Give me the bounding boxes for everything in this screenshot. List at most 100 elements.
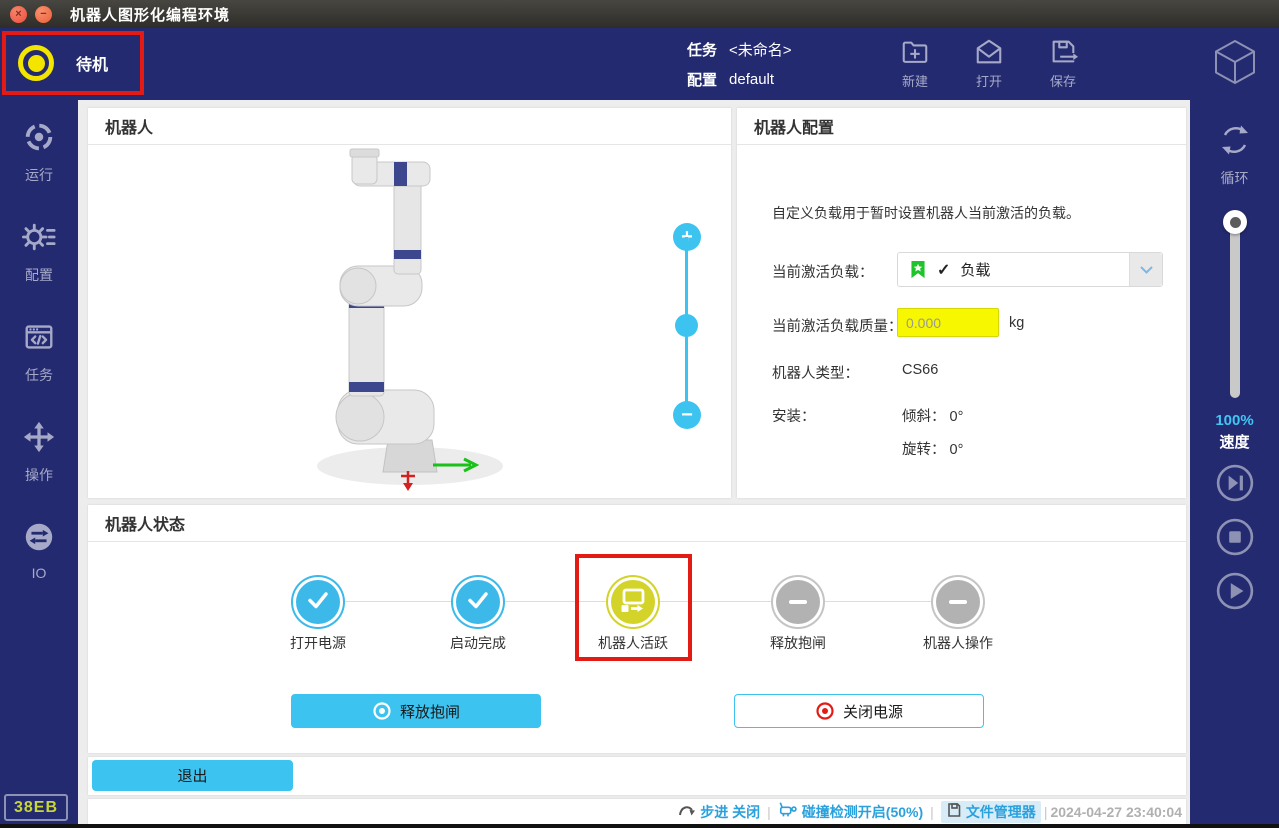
speed-slider-knob[interactable] [1223, 210, 1247, 234]
brand-logo [1190, 28, 1279, 100]
robot-3d-view[interactable] [88, 146, 731, 497]
clock-text: 2024-04-27 23:40:04 [1050, 804, 1182, 820]
dash-icon [789, 600, 807, 604]
standby-icon [18, 45, 54, 81]
new-task-button[interactable]: 新建 [878, 30, 952, 96]
statusbar-separator: | [1044, 804, 1048, 820]
window-title: 机器人图形化编程环境 [70, 4, 230, 25]
check-icon [465, 587, 491, 618]
step-startup-done-label: 启动完成 [408, 633, 548, 653]
sidebar-item-operate-label: 操作 [25, 465, 53, 485]
step-robot-active-label: 机器人活跃 [563, 633, 703, 653]
file-manager-link[interactable]: 文件管理器 [941, 801, 1041, 823]
nav-actions: 新建 打开 [878, 30, 1100, 96]
step-forward-button[interactable] [1216, 464, 1254, 502]
settings-icon [22, 220, 56, 259]
config-value: default [729, 71, 774, 88]
loop-toggle[interactable]: 循环 [1190, 122, 1279, 188]
robot-panel: 机器人 [88, 108, 731, 498]
stop-button[interactable] [1216, 518, 1254, 556]
run-icon [22, 120, 56, 159]
mount-rotation-value: 旋转： 0° [902, 438, 963, 459]
check-icon [305, 587, 331, 618]
active-load-label: 当前激活负载： [772, 261, 874, 282]
task-label: 任务 [687, 39, 717, 60]
task-config-summary: 任务 <未命名> 配置 default [687, 34, 792, 94]
status-panel-title: 机器人状态 [105, 511, 185, 535]
status-badge: 38EB [4, 794, 68, 821]
sidebar-item-run-label: 运行 [25, 165, 53, 185]
play-button[interactable] [1216, 572, 1254, 610]
top-navbar: 待机 任务 <未命名> 配置 default 新建 [0, 28, 1279, 100]
sidebar-item-task[interactable]: 任务 [0, 320, 78, 385]
bookmark-icon [909, 259, 927, 281]
robot-status-panel: 机器人状态 打开电源 启动完成 机器人活跃 [88, 505, 1186, 753]
robot-programming-app: × − 机器人图形化编程环境 待机 任务 <未命名> 配置 default [0, 0, 1279, 828]
sidebar-item-io[interactable]: IO [0, 520, 78, 581]
step-mode-icon [678, 802, 700, 821]
step-startup-done-indicator [456, 580, 500, 624]
sidebar-item-io-label: IO [32, 565, 47, 581]
cube-logo-icon [1211, 38, 1259, 91]
sidebar-item-run[interactable]: 运行 [0, 120, 78, 185]
config-label: 配置 [687, 69, 717, 90]
statusbar-separator: | [767, 804, 771, 820]
collision-detection-toggle[interactable]: 碰撞检测开启(50%) [778, 801, 923, 822]
robot-active-icon [618, 585, 648, 620]
step-mode-toggle[interactable]: 步进 关闭 [678, 802, 760, 822]
release-brake-button-label: 释放抱闸 [400, 701, 460, 722]
open-task-icon [974, 37, 1004, 67]
new-task-label: 新建 [902, 71, 928, 90]
exit-row: 退出 [88, 757, 1186, 795]
task-value: <未命名> [729, 39, 792, 60]
step-mode-text: 步进 关闭 [700, 802, 760, 822]
robot-arm-graphic [88, 146, 731, 497]
window-titlebar: × − 机器人图形化编程环境 [0, 0, 1279, 28]
robot-type-value: CS66 [902, 362, 938, 378]
power-off-button[interactable]: 关闭电源 [734, 694, 984, 728]
window-minimize-button[interactable]: − [35, 6, 52, 23]
power-off-button-label: 关闭电源 [843, 701, 903, 722]
standby-status-indicator[interactable]: 待机 [2, 31, 144, 95]
active-load-value: 负载 [960, 259, 1129, 280]
file-manager-icon [946, 802, 966, 821]
step-power-on-indicator [296, 580, 340, 624]
status-panel-header: 机器人状态 [88, 505, 1186, 542]
sidebar-item-config[interactable]: 配置 [0, 220, 78, 285]
open-task-label: 打开 [976, 71, 1002, 90]
load-mass-unit: kg [1009, 315, 1024, 331]
window-close-button[interactable]: × [10, 6, 27, 23]
sidebar-item-operate[interactable]: 操作 [0, 420, 78, 485]
speed-percent: 100% [1190, 412, 1279, 429]
bottom-statusbar: 步进 关闭 | 碰撞检测开启(50%) | [88, 799, 1186, 824]
save-task-icon [1048, 37, 1078, 67]
loop-label: 循环 [1221, 168, 1249, 188]
robot-type-label: 机器人类型： [772, 362, 859, 383]
payload-description: 自定义负载用于暂时设置机器人当前激活的负载。 [772, 203, 1164, 223]
active-load-dropdown[interactable]: ✓ 负载 [897, 252, 1163, 287]
zoom-slider-knob[interactable] [675, 314, 698, 337]
speed-slider-track[interactable] [1230, 218, 1240, 398]
mount-label: 安装： [772, 405, 816, 426]
save-task-label: 保存 [1050, 71, 1076, 90]
task-code-icon [22, 320, 56, 359]
save-task-button[interactable]: 保存 [1026, 30, 1100, 96]
robot-panel-header: 机器人 [88, 108, 731, 145]
statusbar-separator: | [930, 804, 934, 820]
load-mass-input[interactable] [897, 308, 999, 337]
release-brake-button[interactable]: 释放抱闸 [291, 694, 541, 728]
step-robot-operate-label: 机器人操作 [888, 633, 1028, 653]
zoom-out-button[interactable]: − [673, 401, 701, 429]
chevron-down-icon[interactable] [1129, 253, 1162, 286]
new-task-icon [900, 37, 930, 67]
io-icon [22, 520, 56, 559]
open-task-button[interactable]: 打开 [952, 30, 1026, 96]
check-icon: ✓ [937, 260, 950, 280]
load-mass-label: 当前激活负载质量： [772, 315, 903, 336]
exit-button[interactable]: 退出 [92, 760, 293, 791]
step-robot-active-indicator [611, 580, 655, 624]
standby-label: 待机 [76, 51, 108, 75]
move-icon [22, 420, 56, 459]
step-release-brake-indicator [776, 580, 820, 624]
speed-label: 速度 [1190, 431, 1279, 452]
